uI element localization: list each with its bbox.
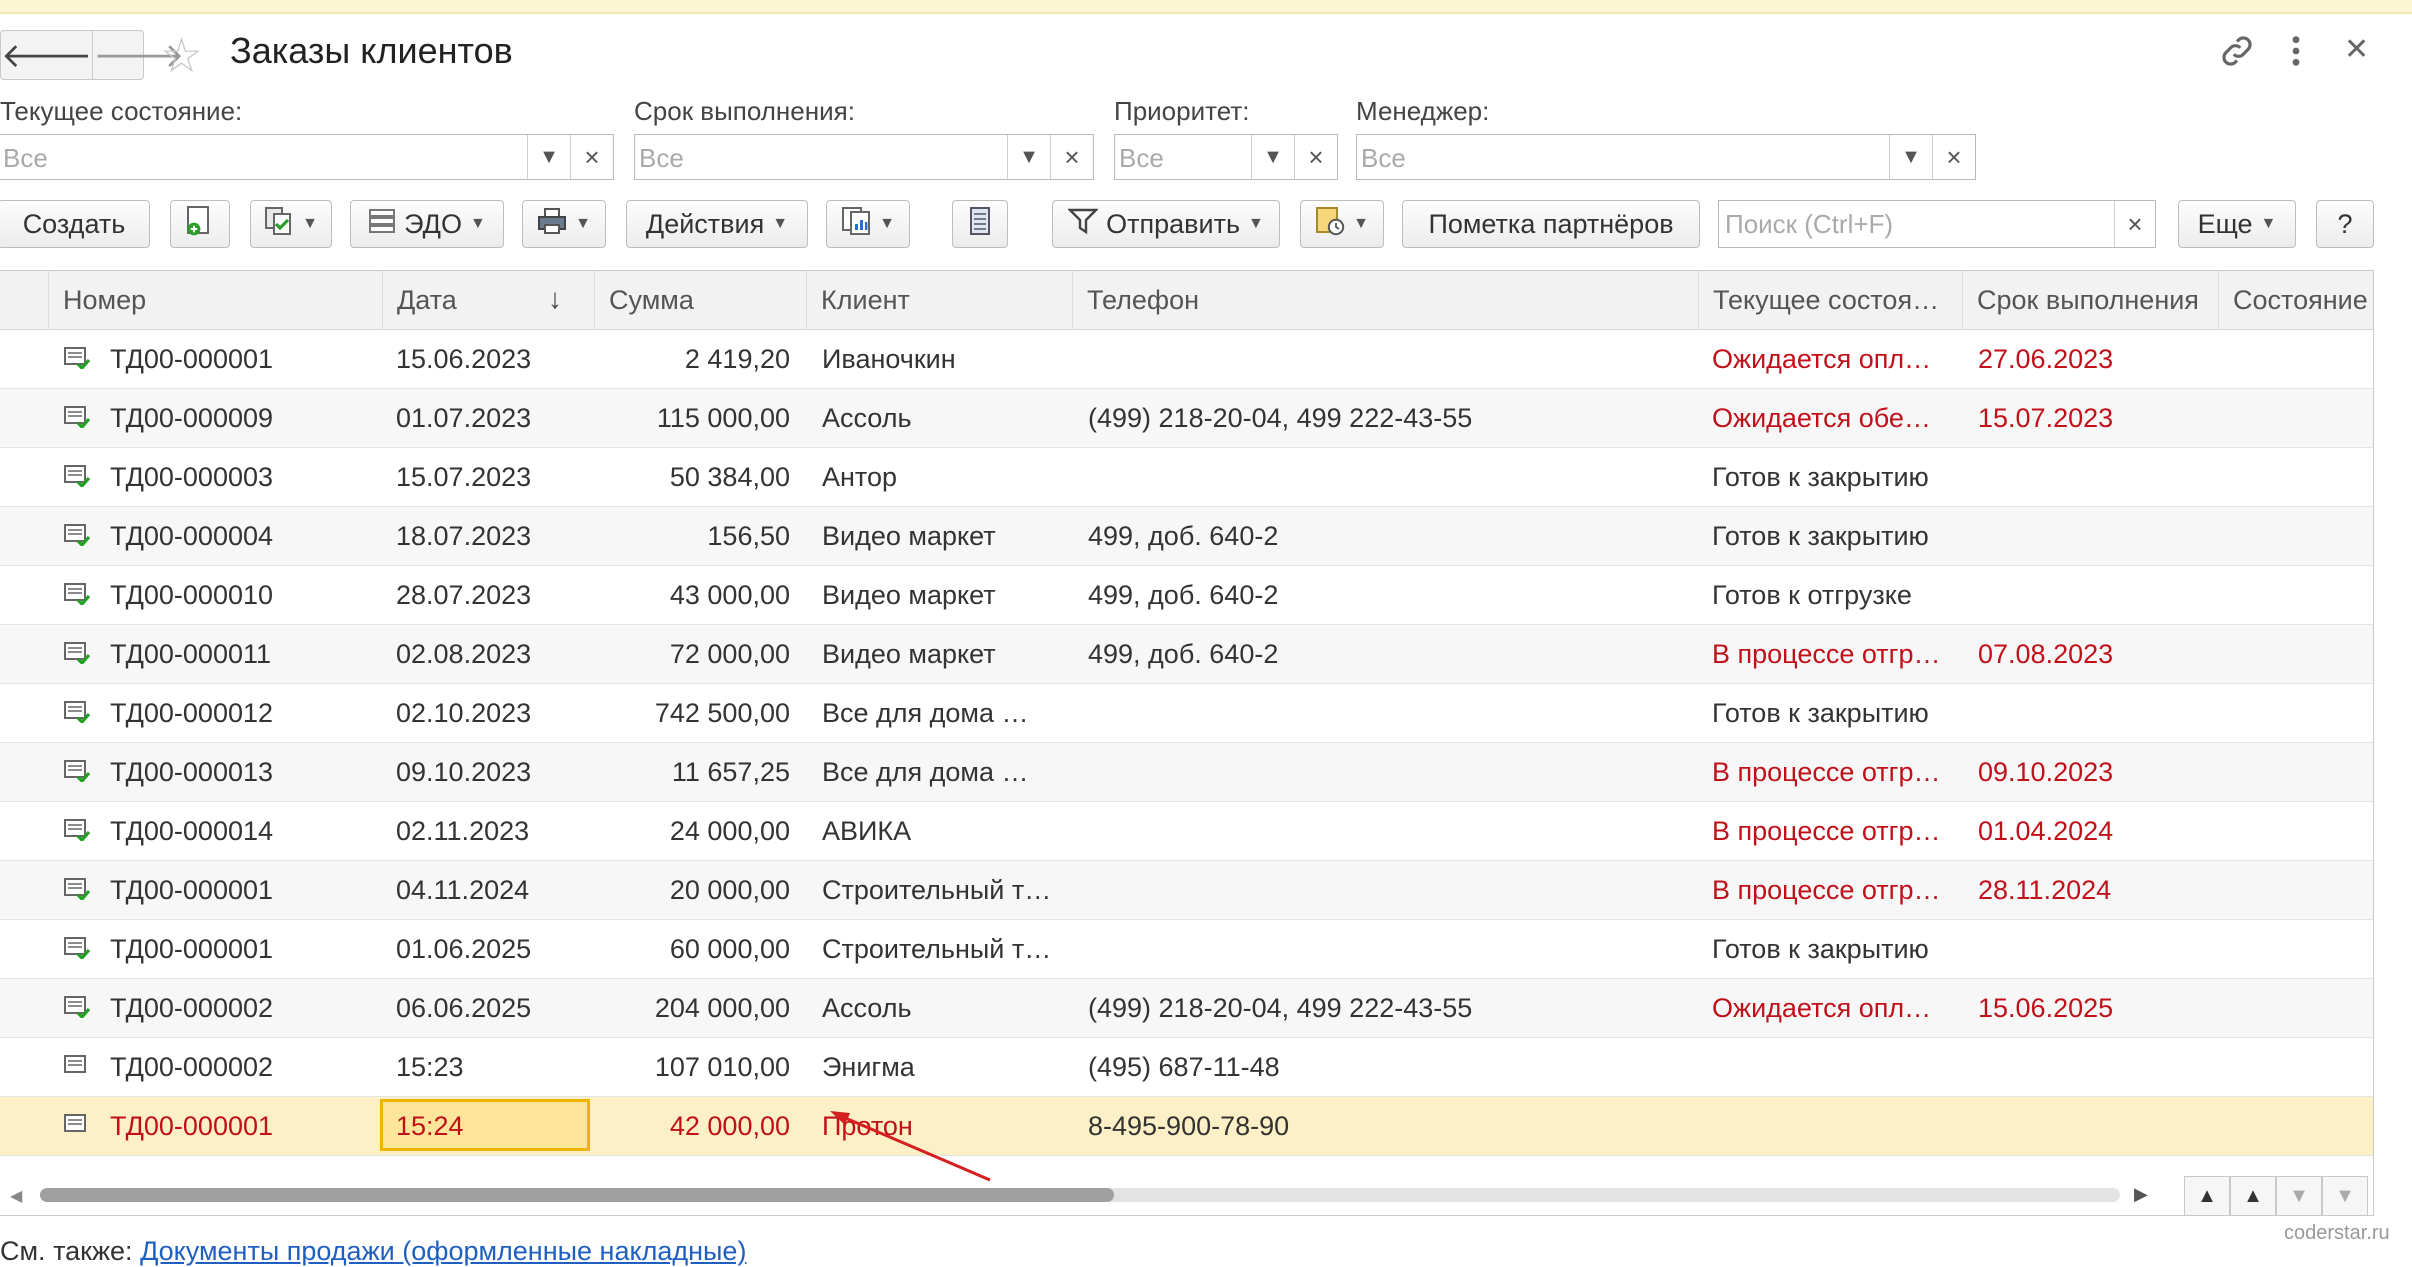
annotation-arrow — [830, 1111, 991, 1182]
